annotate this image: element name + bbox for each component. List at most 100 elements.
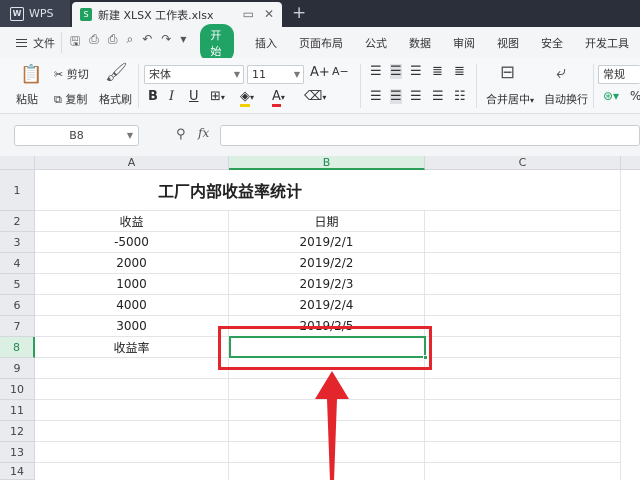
cell-b2[interactable]: 日期: [229, 211, 425, 232]
tab-page-layout[interactable]: 页面布局: [288, 35, 354, 51]
tab-insert[interactable]: 插入: [244, 35, 288, 51]
column-header-b[interactable]: B: [229, 156, 425, 170]
cell-c9[interactable]: [425, 358, 621, 379]
tab-developer[interactable]: 开发工具: [574, 35, 640, 51]
cell-a13[interactable]: [35, 442, 229, 463]
font-color-button[interactable]: A▾: [272, 89, 285, 107]
cell-a11[interactable]: [35, 400, 229, 421]
tab-review[interactable]: 审阅: [442, 35, 486, 51]
align-middle-icon[interactable]: ☰: [390, 64, 402, 79]
close-tab-icon[interactable]: ✕: [264, 7, 274, 21]
cell-c12[interactable]: [425, 421, 621, 442]
align-bottom-icon[interactable]: ☰: [410, 64, 422, 79]
undo-icon[interactable]: ↶: [142, 32, 152, 53]
sheet-title-cell[interactable]: 工厂内部收益率统计: [35, 170, 425, 211]
row-header-1[interactable]: 1: [0, 170, 35, 211]
cell-c4[interactable]: [425, 253, 621, 274]
cell-a8[interactable]: 收益率: [35, 337, 229, 358]
row-header-14[interactable]: 14: [0, 463, 35, 480]
italic-button[interactable]: I: [169, 89, 174, 104]
name-box[interactable]: B8 ▼: [14, 125, 139, 146]
cell-a6[interactable]: 4000: [35, 295, 229, 316]
row-header-8[interactable]: 8: [0, 337, 35, 358]
export-pdf-icon[interactable]: ⎙: [89, 32, 99, 53]
row-header-3[interactable]: 3: [0, 232, 35, 253]
cell-c1[interactable]: [425, 170, 621, 211]
cell-c11[interactable]: [425, 400, 621, 421]
number-format-select[interactable]: 常规: [598, 65, 640, 84]
cell-c6[interactable]: [425, 295, 621, 316]
tab-start[interactable]: 开始: [200, 23, 234, 62]
pin-tab-icon[interactable]: ▭: [243, 7, 254, 21]
cell-b3[interactable]: 2019/2/1: [229, 232, 425, 253]
tab-view[interactable]: 视图: [486, 35, 530, 51]
wps-home-tab[interactable]: W WPS: [0, 0, 70, 27]
copy-button[interactable]: ⧉ 复制: [54, 91, 87, 107]
row-header-5[interactable]: 5: [0, 274, 35, 295]
cell-a9[interactable]: [35, 358, 229, 379]
cell-c14[interactable]: [425, 463, 621, 480]
print-icon[interactable]: ⎙: [108, 32, 118, 53]
row-header-11[interactable]: 11: [0, 400, 35, 421]
format-painter-icon[interactable]: 🖌: [105, 62, 128, 83]
row-header-9[interactable]: 9: [0, 358, 35, 379]
cell-a7[interactable]: 3000: [35, 316, 229, 337]
row-header-7[interactable]: 7: [0, 316, 35, 337]
cell-a4[interactable]: 2000: [35, 253, 229, 274]
cell-c8[interactable]: [425, 337, 621, 358]
merge-center-button[interactable]: 合并居中▾: [486, 91, 534, 107]
cell-c10[interactable]: [425, 379, 621, 400]
row-header-6[interactable]: 6: [0, 295, 35, 316]
align-right-icon[interactable]: ☰: [410, 89, 422, 104]
justify-icon[interactable]: ☰: [432, 89, 444, 104]
cut-button[interactable]: ✂ 剪切: [54, 66, 89, 82]
align-left-icon[interactable]: ☰: [370, 89, 382, 104]
font-size-select[interactable]: 11 ▼: [247, 65, 304, 84]
format-painter-button[interactable]: 格式刷: [99, 91, 132, 107]
save-icon[interactable]: 🖫: [70, 32, 80, 53]
bold-button[interactable]: B: [148, 89, 158, 104]
row-header-2[interactable]: 2: [0, 211, 35, 232]
grow-font-button[interactable]: A+: [310, 65, 330, 80]
currency-format-icon[interactable]: ⊛▾: [603, 89, 619, 103]
font-name-select[interactable]: 宋体 ▼: [144, 65, 244, 84]
percent-format-button[interactable]: %: [630, 89, 640, 103]
cell-c13[interactable]: [425, 442, 621, 463]
paste-button[interactable]: 粘贴: [16, 91, 38, 107]
tab-data[interactable]: 数据: [398, 35, 442, 51]
paste-icon[interactable]: 📋: [20, 64, 42, 85]
cell-b5[interactable]: 2019/2/3: [229, 274, 425, 295]
cell-a2[interactable]: 收益: [35, 211, 229, 232]
row-header-12[interactable]: 12: [0, 421, 35, 442]
column-header-d[interactable]: [621, 156, 640, 170]
cell-c3[interactable]: [425, 232, 621, 253]
formula-input[interactable]: [220, 125, 640, 146]
customize-toolbar-icon[interactable]: ▾: [180, 32, 186, 53]
cell-b4[interactable]: 2019/2/2: [229, 253, 425, 274]
shrink-font-button[interactable]: A−: [332, 65, 349, 78]
row-header-13[interactable]: 13: [0, 442, 35, 463]
cell-a14[interactable]: [35, 463, 229, 480]
zoom-icon[interactable]: ⚲: [176, 127, 186, 142]
indent-icon[interactable]: ≣: [454, 64, 465, 79]
tab-formulas[interactable]: 公式: [354, 35, 398, 51]
cell-a12[interactable]: [35, 421, 229, 442]
print-preview-icon[interactable]: ⌕: [126, 32, 133, 53]
distributed-icon[interactable]: ☷: [454, 89, 466, 104]
column-header-a[interactable]: A: [35, 156, 229, 170]
align-top-icon[interactable]: ☰: [370, 64, 382, 79]
underline-button[interactable]: U: [189, 89, 199, 104]
cell-a3[interactable]: -5000: [35, 232, 229, 253]
cell-c5[interactable]: [425, 274, 621, 295]
borders-button[interactable]: ⊞▾: [210, 89, 225, 104]
redo-icon[interactable]: ↷: [161, 32, 171, 53]
align-center-icon[interactable]: ☰: [390, 89, 402, 104]
cell-c2[interactable]: [425, 211, 621, 232]
row-header-4[interactable]: 4: [0, 253, 35, 274]
row-header-10[interactable]: 10: [0, 379, 35, 400]
fill-color-button[interactable]: ◈▾: [240, 89, 254, 107]
select-all-corner[interactable]: [0, 156, 35, 170]
wrap-text-button[interactable]: 自动换行: [544, 91, 588, 107]
merge-cells-icon[interactable]: ⊟: [500, 62, 515, 83]
insert-function-button[interactable]: fx: [198, 126, 209, 140]
